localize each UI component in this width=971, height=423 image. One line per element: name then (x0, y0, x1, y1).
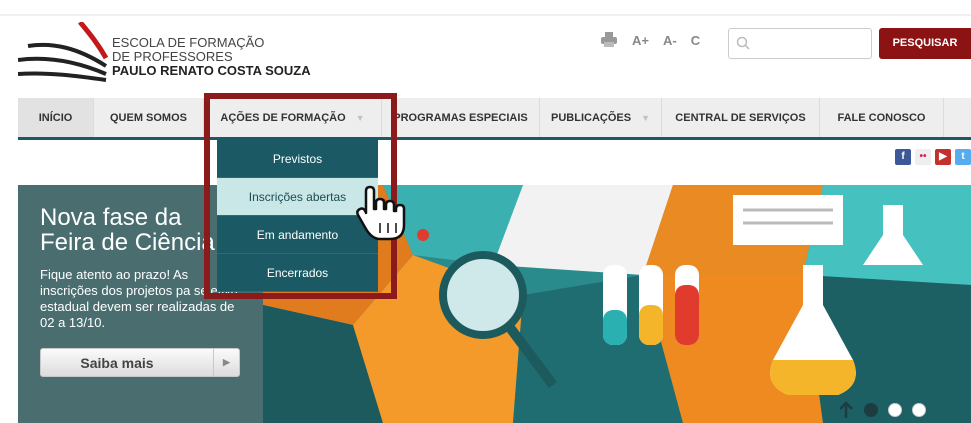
search-button[interactable]: PESQUISAR (879, 28, 971, 59)
facebook-icon[interactable]: f (895, 149, 911, 165)
nav-item-quem-somos[interactable]: QUEM SOMOS (94, 98, 204, 137)
nav-item-fale-conosco[interactable]: FALE CONOSCO (820, 98, 944, 137)
arrow-up-icon[interactable] (838, 401, 854, 419)
nav-item-central-de-servicos[interactable]: CENTRAL DE SERVIÇOS (662, 98, 820, 137)
hero-banner: Nova fase da Feira de Ciência Fique aten… (18, 185, 971, 423)
nav-label: INÍCIO (38, 111, 73, 124)
saiba-mais-label: Saiba mais (80, 354, 154, 371)
carousel-controls (838, 401, 926, 419)
nav-label: PROGRAMAS ESPECIAIS (393, 111, 528, 124)
school-logo[interactable] (18, 22, 108, 82)
top-divider (0, 14, 971, 16)
logo-text: ESCOLA DE FORMAÇÃO DE PROFESSORES PAULO … (112, 36, 311, 78)
search-icon (736, 36, 750, 50)
nav-label: FALE CONOSCO (837, 111, 926, 124)
saiba-mais-button[interactable]: Saiba mais ▶ (40, 348, 240, 377)
nav-label: PUBLICAÇÕES (551, 111, 632, 124)
nav-label: QUEM SOMOS (109, 111, 187, 124)
nav-item-programas-especiais[interactable]: PROGRAMAS ESPECIAIS (382, 98, 540, 137)
accessibility-tools: A+ A- C (600, 32, 700, 48)
carousel-dot[interactable] (888, 403, 902, 417)
nav-label: CENTRAL DE SERVIÇOS (675, 111, 806, 124)
twitter-icon[interactable]: t (955, 149, 971, 165)
carousel-dot[interactable] (912, 403, 926, 417)
youtube-icon[interactable]: ▶ (935, 149, 951, 165)
print-icon[interactable] (600, 32, 618, 48)
nav-item-overflow (944, 98, 971, 137)
font-increase-button[interactable]: A+ (632, 33, 649, 48)
chevron-down-icon: ▼ (641, 112, 650, 123)
hand-pointer-icon (356, 185, 406, 241)
social-links: f •• ▶ t (895, 149, 971, 165)
logo-line-2: DE PROFESSORES (112, 49, 233, 64)
logo-line-1: ESCOLA DE FORMAÇÃO (112, 35, 265, 50)
nav-item-inicio[interactable]: INÍCIO (18, 98, 94, 137)
contrast-button[interactable]: C (691, 33, 700, 48)
main-nav: INÍCIO QUEM SOMOS AÇÕES DE FORMAÇÃO ▼ PR… (18, 98, 971, 140)
chevron-right-icon: ▶ (213, 348, 239, 377)
search-input[interactable] (729, 29, 871, 58)
flickr-icon[interactable]: •• (915, 149, 931, 165)
nav-item-publicacoes[interactable]: PUBLICAÇÕES ▼ (540, 98, 662, 137)
search-box (728, 28, 872, 59)
carousel-dot[interactable] (864, 403, 878, 417)
logo-line-3: PAULO RENATO COSTA SOUZA (112, 63, 311, 78)
font-decrease-button[interactable]: A- (663, 33, 677, 48)
